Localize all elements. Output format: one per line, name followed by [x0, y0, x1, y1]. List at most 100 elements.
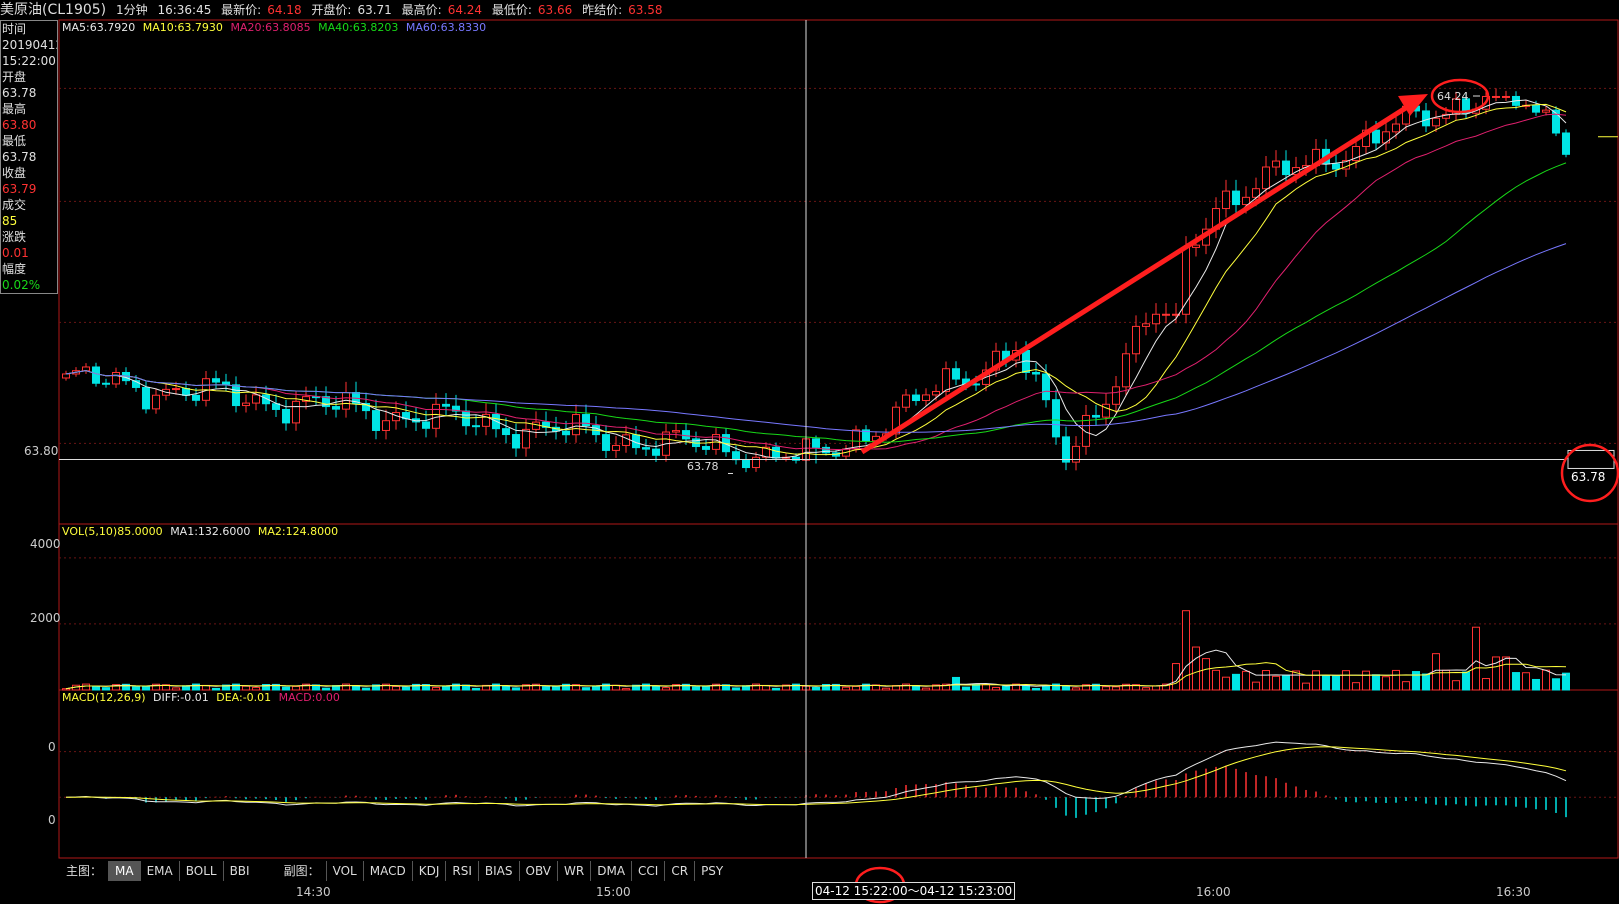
candle-body	[382, 420, 390, 431]
candle-body	[812, 438, 820, 448]
candle-body	[1182, 246, 1190, 315]
candle-body	[522, 428, 530, 449]
candle-body	[1332, 163, 1340, 170]
tab-bbi[interactable]: BBI	[222, 861, 256, 881]
tab-ema[interactable]: EMA	[139, 861, 179, 881]
tab-obv[interactable]: OBV	[518, 861, 558, 881]
ma60-legend: MA60:63.8330	[405, 21, 487, 34]
candle-body	[752, 456, 760, 469]
period-label[interactable]: 1分钟	[116, 3, 148, 17]
sub-chart-label: 副图：	[283, 864, 320, 878]
ma10-legend: MA10:63.7930	[142, 21, 223, 34]
volume-bar	[1512, 672, 1520, 691]
ma40-line	[65, 162, 1567, 443]
candle-body	[142, 386, 150, 410]
candle-body	[232, 384, 240, 407]
candle-body	[702, 446, 710, 450]
x-tick-label: 15:00	[596, 885, 631, 899]
vol-y-tick-label: 2000	[30, 611, 61, 625]
candle-body	[432, 403, 440, 429]
macd-diff-legend: DIFF:-0.01	[153, 691, 209, 704]
tab-wr[interactable]: WR	[557, 861, 590, 881]
tab-macd[interactable]: MACD	[362, 861, 412, 881]
volume-bar	[882, 687, 890, 691]
candle-body	[1432, 117, 1440, 127]
volume-bar	[1562, 672, 1570, 691]
volume-bar	[1272, 675, 1280, 691]
volume-bar	[252, 686, 260, 691]
volume-bar	[1332, 675, 1340, 691]
tab-ma[interactable]: MA	[108, 861, 140, 881]
volume-bar	[1442, 669, 1450, 691]
info-change-label: 涨跌	[2, 230, 27, 244]
volume-bar	[92, 685, 100, 691]
info-low: 63.78	[2, 150, 37, 164]
tab-cci[interactable]: CCI	[631, 861, 664, 881]
volume-bar	[1382, 676, 1390, 691]
volume-bar	[1222, 676, 1230, 691]
volume-bar	[1142, 687, 1150, 691]
macd-legend: MACD(12,26,9) DIFF:-0.01 DEA:-0.01 MACD:…	[62, 691, 344, 705]
candle-body	[1502, 95, 1510, 98]
volume-bar	[1252, 681, 1260, 691]
candle-body	[442, 403, 450, 407]
volume-bar	[102, 687, 110, 691]
candle-body	[1422, 110, 1430, 127]
tab-kdj[interactable]: KDJ	[411, 861, 446, 881]
volume-bar	[1242, 670, 1250, 691]
candle-body	[472, 425, 480, 428]
volume-bar	[962, 686, 970, 691]
vol-y-tick-label: 4000	[30, 537, 61, 551]
prev-settle-label: 昨结价:	[582, 3, 623, 17]
main-panel-frame	[58, 19, 1619, 525]
volume-bar	[1152, 685, 1160, 691]
candle-body	[1272, 160, 1280, 168]
candle-body	[932, 390, 940, 396]
volume-bar	[292, 685, 300, 691]
vol-ma1-legend: MA1:132.6000	[170, 525, 251, 538]
latest-value: 64.18	[267, 3, 302, 17]
volume-bar	[922, 687, 930, 691]
volume-bar	[622, 688, 630, 691]
candle-body	[942, 368, 950, 392]
volume-bar	[62, 688, 70, 691]
vol-panel-frame	[58, 523, 1619, 691]
tab-rsi[interactable]: RSI	[445, 861, 478, 881]
tab-psy[interactable]: PSY	[694, 861, 729, 881]
candle-body	[602, 434, 610, 451]
info-volume: 85	[2, 214, 18, 228]
volume-bar	[1212, 669, 1220, 691]
tab-vol[interactable]: VOL	[325, 861, 363, 881]
macd-y-tick-label: 0	[48, 813, 56, 827]
quote-header: 美原油(CL1905) 1分钟 16:36:45 最新价: 64.18 开盘价: 6…	[0, 0, 1619, 20]
volume-bar	[1232, 673, 1240, 691]
x-tick-label: 16:30	[1496, 885, 1531, 899]
candle-body	[512, 434, 520, 449]
cursor-info-box: 时间 20190412 15:22:00 开盘 63.78 最高 63.80 最…	[0, 20, 58, 294]
tab-bias[interactable]: BIAS	[477, 861, 519, 881]
info-time: 15:22:00	[2, 54, 56, 68]
candle-body	[742, 459, 750, 469]
volume-bar	[992, 686, 1000, 691]
main-chart-label: 主图：	[66, 864, 103, 878]
volume-bar	[362, 687, 370, 691]
volume-bar	[662, 687, 670, 691]
tab-boll[interactable]: BOLL	[178, 861, 223, 881]
candle-body	[952, 368, 960, 380]
indicator-toolbar: 主图： MA EMA BOLL BBI 副图： VOL MACD KDJ RSI BIAS OBV WR…	[60, 861, 729, 881]
candle-body	[1092, 414, 1100, 418]
candle-body	[1132, 325, 1140, 355]
volume-bar	[1072, 687, 1080, 691]
candle-body	[1542, 109, 1550, 113]
kline-chart[interactable]: 64.24 63.78 63.78 63.80 4000 2000 0 0 14…	[0, 0, 1619, 904]
info-amplitude: 0.02%	[2, 278, 41, 292]
tab-cr[interactable]: CR	[664, 861, 694, 881]
ma10-line	[65, 103, 1567, 456]
macd-value-legend: MACD:0.00	[278, 691, 340, 704]
volume-bar	[842, 686, 850, 691]
volume-bar	[1402, 681, 1410, 691]
candle-body	[1032, 371, 1040, 375]
tab-dma[interactable]: DMA	[590, 861, 631, 881]
info-close-label: 收盘	[2, 166, 27, 180]
volume-bar	[1552, 678, 1560, 691]
